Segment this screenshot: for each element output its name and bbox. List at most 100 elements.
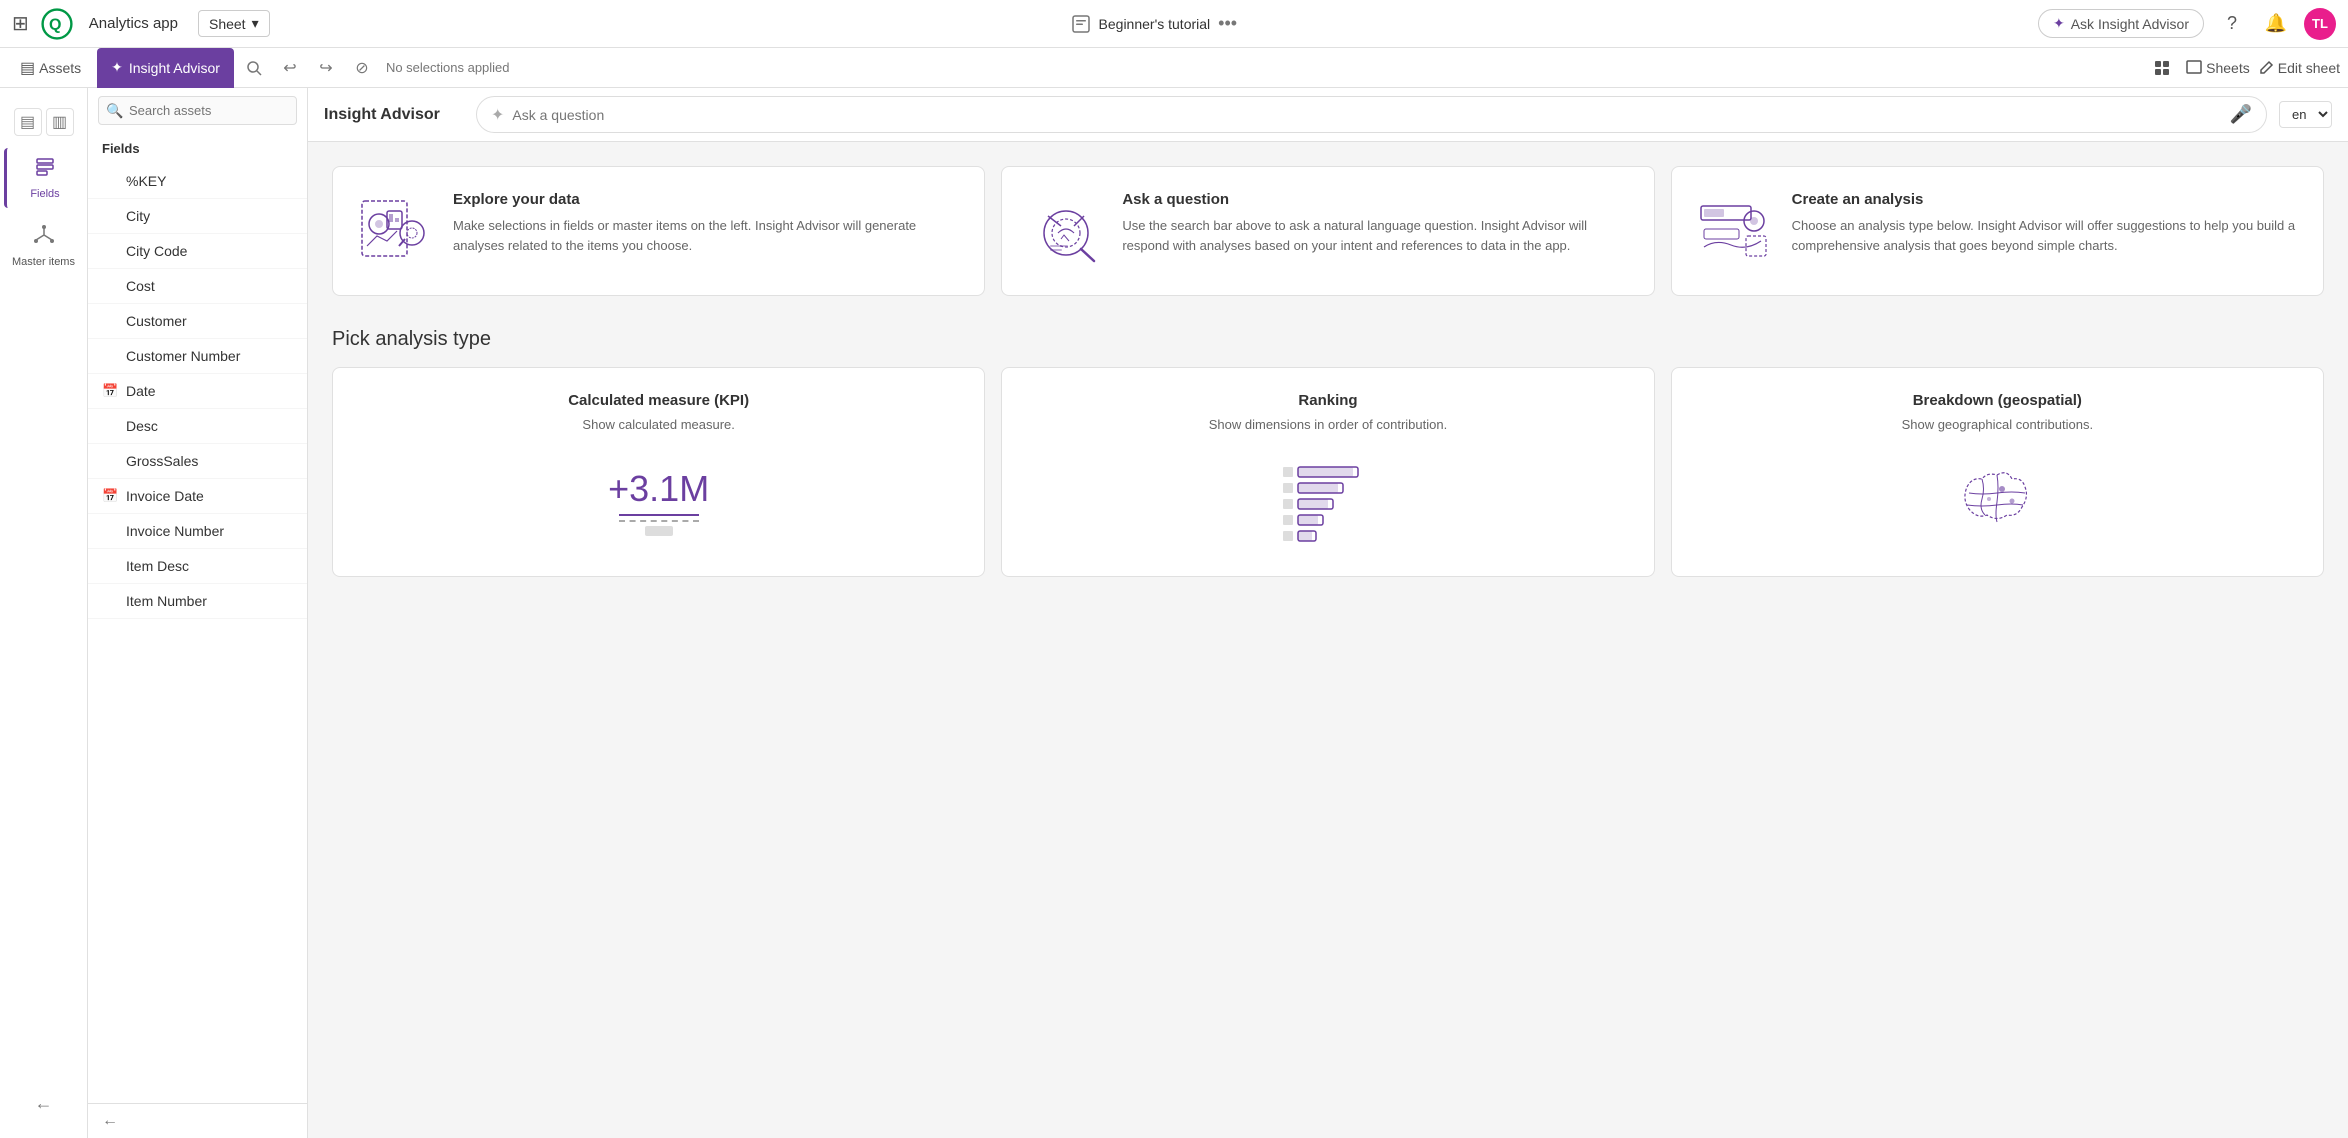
collapse-sidebar-button[interactable]: ← <box>4 1085 84 1122</box>
field-name: Invoice Number <box>126 523 224 539</box>
nav-right: ✦ Ask Insight Advisor ? 🔔 TL <box>2038 8 2336 40</box>
field-item[interactable]: 📅Invoice Date <box>88 479 307 514</box>
left-sidebar: ▤ ▥ Fields Master items ← <box>0 88 88 1138</box>
field-item[interactable]: Customer <box>88 304 307 339</box>
analysis-cards: Calculated measure (KPI) Show calculated… <box>332 367 2324 577</box>
top-nav: ⊞ Q Analytics app Sheet ▾ Beginner's tut… <box>0 0 2348 48</box>
analysis-card-ranking[interactable]: Ranking Show dimensions in order of cont… <box>1001 367 1654 577</box>
explore-text: Explore your data Make selections in fie… <box>453 191 960 255</box>
intro-cards: Explore your data Make selections in fie… <box>332 166 2324 296</box>
field-list: %KEY City City Code Cost Customer Customer Nu… <box>88 164 307 619</box>
create-text: Create an analysis Choose an analysis ty… <box>1792 191 2299 255</box>
sparkle-icon: ✦ <box>491 105 504 125</box>
insight-advisor-tab[interactable]: ✦ Insight Advisor <box>97 48 234 88</box>
field-list-scroll: %KEY City City Code Cost Customer Customer Nu… <box>88 164 307 1103</box>
grid-icon[interactable]: ⊞ <box>12 11 29 36</box>
edit-sheet-button[interactable]: Edit sheet <box>2258 60 2340 76</box>
analysis-card-geospatial[interactable]: Breakdown (geospatial) Show geographical… <box>1671 367 2324 577</box>
undo-icon[interactable]: ↩ <box>274 52 306 84</box>
field-item[interactable]: 📅Date <box>88 374 307 409</box>
language-select[interactable]: en <box>2279 101 2332 128</box>
help-icon[interactable]: ? <box>2216 8 2248 40</box>
tutorial-icon <box>1071 14 1091 34</box>
field-item[interactable]: Desc <box>88 409 307 444</box>
ask-text: Ask a question Use the search bar above … <box>1122 191 1629 255</box>
ask-title: Ask a question <box>1122 191 1629 208</box>
microphone-icon[interactable]: 🎤 <box>2230 104 2252 125</box>
field-item[interactable]: Cost <box>88 269 307 304</box>
search-icon: 🔍 <box>106 102 123 119</box>
field-name: Item Desc <box>126 558 189 574</box>
question-input[interactable] <box>512 107 2221 123</box>
chevron-down-icon: ▾ <box>252 15 259 32</box>
field-item[interactable]: GrossSales <box>88 444 307 479</box>
more-options-icon[interactable]: ••• <box>1218 13 1237 34</box>
arrow-left-icon: ← <box>102 1112 118 1130</box>
field-item[interactable]: Customer Number <box>88 339 307 374</box>
geospatial-title: Breakdown (geospatial) <box>1913 392 2082 409</box>
selections-icon[interactable]: ⊘ <box>346 52 378 84</box>
ask-illustration <box>1026 191 1106 271</box>
geospatial-description: Show geographical contributions. <box>1902 417 2094 432</box>
field-name: City Code <box>126 243 187 259</box>
sparkle-icon: ✦ <box>2053 15 2065 32</box>
sidebar-item-master-items[interactable]: Master items <box>4 216 84 276</box>
field-item[interactable]: City Code <box>88 234 307 269</box>
field-item[interactable]: Item Desc <box>88 549 307 584</box>
toggle-panel-right[interactable]: ▥ <box>46 108 74 136</box>
content-area: Insight Advisor ✦ 🎤 en Expl <box>308 88 2348 1138</box>
field-type-icon: 📅 <box>102 488 118 504</box>
create-description: Choose an analysis type below. Insight A… <box>1792 216 2299 255</box>
sidebar-item-fields[interactable]: Fields <box>4 148 84 208</box>
nav-center: Beginner's tutorial ••• <box>282 13 2026 34</box>
toolbar-right: Sheets Edit sheet <box>2146 52 2340 84</box>
create-illustration <box>1696 191 1776 271</box>
ask-insight-advisor-button[interactable]: ✦ Ask Insight Advisor <box>2038 9 2204 38</box>
field-name: Customer <box>126 313 187 329</box>
field-item[interactable]: Item Number <box>88 584 307 619</box>
notifications-icon[interactable]: 🔔 <box>2260 8 2292 40</box>
ranking-visualization <box>1278 457 1378 547</box>
analysis-card-kpi[interactable]: Calculated measure (KPI) Show calculated… <box>332 367 985 577</box>
ranking-description: Show dimensions in order of contribution… <box>1209 417 1447 432</box>
insight-advisor-title: Insight Advisor <box>324 106 464 124</box>
create-title: Create an analysis <box>1792 191 2299 208</box>
grid-view-icon[interactable] <box>2146 52 2178 84</box>
kpi-title: Calculated measure (KPI) <box>568 392 749 409</box>
qlik-logo: Q <box>41 8 73 40</box>
sidebar-toggle: ▤ ▥ <box>10 104 78 140</box>
intro-card-explore: Explore your data Make selections in fie… <box>332 166 985 296</box>
geospatial-viz <box>1947 452 2047 552</box>
sheets-button[interactable]: Sheets <box>2186 60 2250 76</box>
field-name: City <box>126 208 150 224</box>
question-bar[interactable]: ✦ 🎤 <box>476 96 2267 133</box>
field-item[interactable]: City <box>88 199 307 234</box>
kpi-description: Show calculated measure. <box>582 417 734 432</box>
field-name: Cost <box>126 278 155 294</box>
collapse-icon: ← <box>35 1093 53 1114</box>
field-item[interactable]: %KEY <box>88 164 307 199</box>
intro-card-ask: Ask a question Use the search bar above … <box>1001 166 1654 296</box>
ranking-title: Ranking <box>1298 392 1357 409</box>
redo-icon[interactable]: ↪ <box>310 52 342 84</box>
toggle-panel-left[interactable]: ▤ <box>14 108 42 136</box>
explore-title: Explore your data <box>453 191 960 208</box>
field-item[interactable]: Invoice Number <box>88 514 307 549</box>
insight-header: Insight Advisor ✦ 🎤 en <box>308 88 2348 142</box>
search-assets-input[interactable] <box>98 96 297 125</box>
content-scroll: Explore your data Make selections in fie… <box>308 142 2348 1138</box>
collapse-panel-button[interactable]: ← <box>88 1103 307 1138</box>
explore-description: Make selections in fields or master item… <box>453 216 960 255</box>
sidebar-bottom: ← <box>4 1085 84 1138</box>
pick-analysis-section: Pick analysis type Calculated measure (K… <box>332 328 2324 577</box>
svg-text:Q: Q <box>49 16 61 33</box>
no-selections-label: No selections applied <box>386 60 510 75</box>
assets-button[interactable]: ▤ Assets <box>8 58 93 78</box>
search-icon[interactable] <box>238 52 270 84</box>
avatar[interactable]: TL <box>2304 8 2336 40</box>
field-type-icon: 📅 <box>102 383 118 399</box>
field-name: Item Number <box>126 593 207 609</box>
sheet-dropdown[interactable]: Sheet ▾ <box>198 10 270 37</box>
main-layout: ▤ ▥ Fields Master items ← 🔍 Fields <box>0 88 2348 1138</box>
fields-panel: 🔍 Fields %KEYCityCity CodeCostCustomerCu… <box>88 88 308 1138</box>
